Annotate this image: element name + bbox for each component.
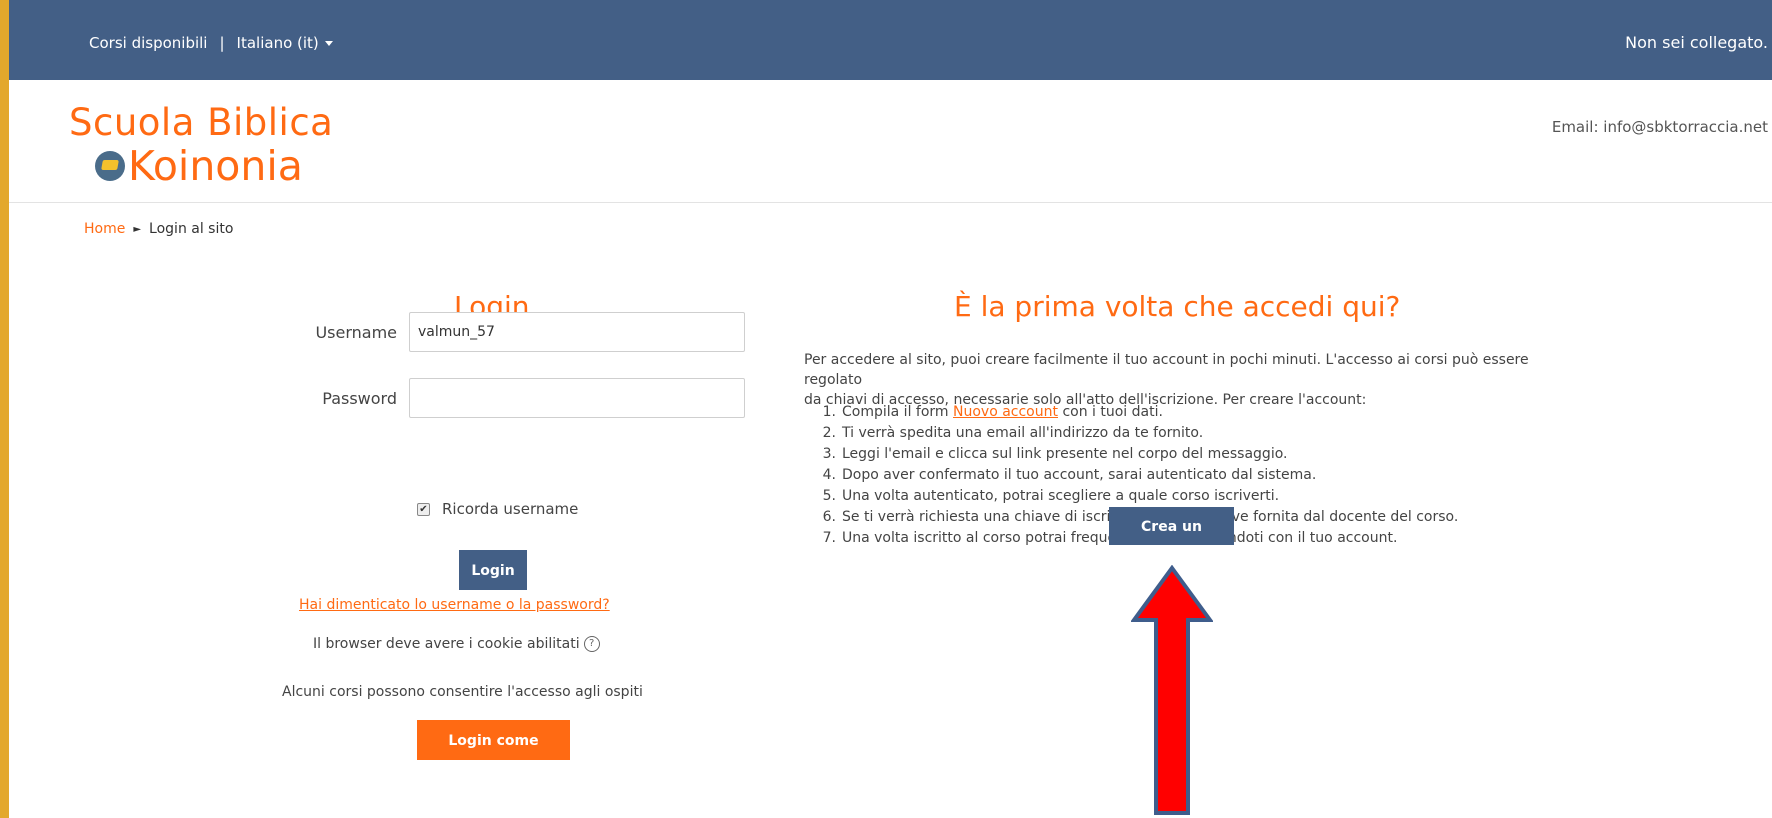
- caret-down-icon: [324, 41, 333, 46]
- cookies-notice: Il browser deve avere i cookie abilitati…: [313, 636, 600, 652]
- login-button[interactable]: Login: [459, 550, 527, 590]
- cookies-text: Il browser deve avere i cookie abilitati: [313, 636, 580, 652]
- logo-line1: Scuola Biblica: [69, 101, 334, 144]
- breadcrumb: Home ► Login al sito: [84, 221, 233, 237]
- step-number: 5.: [822, 488, 836, 504]
- new-account-link[interactable]: Nuovo account: [953, 404, 1058, 420]
- nav-courses-link[interactable]: Corsi disponibili: [89, 34, 207, 52]
- step-text: Ti verrà spedita una email all'indirizzo…: [842, 425, 1204, 441]
- guests-notice: Alcuni corsi possono consentire l'access…: [282, 684, 643, 700]
- signup-title: È la prima volta che accedi qui?: [954, 290, 1401, 323]
- checkbox-checked-icon[interactable]: ✔: [417, 502, 430, 516]
- step-number: 7.: [822, 530, 836, 546]
- create-account-button[interactable]: Crea un account: [1109, 507, 1234, 573]
- step-text-after: con i tuoi dati.: [1058, 404, 1163, 420]
- signup-intro-line1: Per accedere al sito, puoi creare facilm…: [804, 352, 1529, 388]
- username-input[interactable]: [409, 312, 745, 352]
- step-number: 3.: [822, 446, 836, 462]
- signup-intro: Per accedere al sito, puoi creare facilm…: [804, 350, 1534, 410]
- language-label: Italiano (it): [236, 34, 319, 52]
- remember-username[interactable]: ✔ Ricorda username: [417, 500, 578, 518]
- password-label: Password: [322, 388, 397, 408]
- step-text: Dopo aver confermato il tuo account, sar…: [842, 467, 1317, 483]
- breadcrumb-separator-icon: ►: [133, 223, 142, 235]
- breadcrumb-current: Login al sito: [149, 221, 234, 237]
- guest-login-button[interactable]: Login come ospite: [417, 720, 570, 789]
- step-number: 2.: [822, 425, 836, 441]
- step-text: Una volta autenticato, potrai scegliere …: [842, 488, 1280, 504]
- page-frame: Corsi disponibili | Italiano (it) Non se…: [9, 0, 1772, 818]
- remember-label: Ricorda username: [442, 500, 579, 518]
- step-item: 1. Compila il form Nuovo account con i t…: [804, 402, 1458, 423]
- contact-email: Email: info@sbktorraccia.net: [1551, 118, 1768, 136]
- nav-left: Corsi disponibili | Italiano (it): [89, 34, 333, 52]
- step-item: 5. Una volta autenticato, potrai sceglier…: [804, 486, 1458, 507]
- step-number: 6.: [822, 509, 836, 525]
- login-status: Non sei collegato.: [1625, 33, 1768, 52]
- site-logo[interactable]: Scuola Biblica Koinonia: [69, 101, 334, 189]
- username-label: Username: [315, 322, 397, 342]
- logo-line2-text: Koinonia: [128, 142, 303, 190]
- step-number: 1.: [822, 404, 836, 420]
- breadcrumb-home-link[interactable]: Home: [84, 221, 125, 237]
- forgot-password-link[interactable]: Hai dimenticato lo username o la passwor…: [299, 597, 610, 613]
- username-row: Username: [297, 312, 745, 352]
- step-text: Leggi l'email e clicca sul link presente…: [842, 446, 1288, 462]
- site-header: Scuola Biblica Koinonia Email: info@sbkt…: [9, 80, 1772, 203]
- step-item: 3. Leggi l'email e clicca sul link presen…: [804, 444, 1458, 465]
- step-text: Compila il form Nuovo account con i tuoi…: [842, 402, 1163, 423]
- top-navbar: Corsi disponibili | Italiano (it) Non se…: [9, 0, 1772, 80]
- language-menu[interactable]: Italiano (it): [237, 34, 333, 52]
- nav-separator: |: [219, 34, 225, 52]
- logo-line2: Koinonia: [95, 144, 333, 188]
- step-number: 4.: [822, 467, 836, 483]
- up-arrow-annotation-icon: [1131, 565, 1213, 815]
- step-text-before: Compila il form: [842, 404, 953, 420]
- step-item: 4. Dopo aver confermato il tuo account, s…: [804, 465, 1458, 486]
- password-row: Password: [297, 378, 745, 418]
- step-item: 2. Ti verrà spedita una email all'indiriz…: [804, 423, 1458, 444]
- help-icon[interactable]: ?: [583, 636, 600, 652]
- password-input[interactable]: [409, 378, 745, 418]
- globe-graduation-cap-icon: [95, 151, 125, 181]
